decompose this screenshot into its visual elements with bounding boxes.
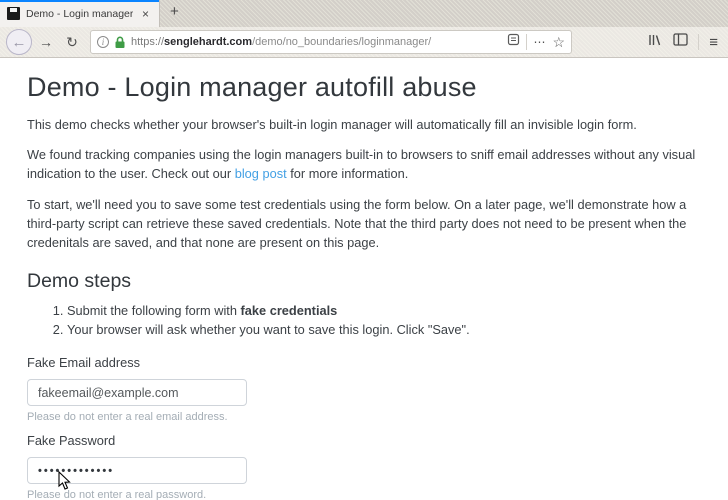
demo-steps-heading: Demo steps bbox=[27, 270, 132, 293]
email-field[interactable] bbox=[27, 379, 247, 407]
tab-close-icon[interactable]: × bbox=[139, 7, 152, 21]
page-actions-icon[interactable]: ⋯ bbox=[533, 35, 546, 49]
navigation-toolbar: ← → ↻ i https://senglehardt.com/demo/no_… bbox=[0, 27, 728, 58]
reader-mode-icon[interactable] bbox=[507, 33, 520, 51]
new-tab-button[interactable]: + bbox=[160, 0, 189, 27]
intro-paragraph-3: To start, we'll need you to save some te… bbox=[27, 196, 687, 250]
site-info-icon[interactable]: i bbox=[97, 36, 109, 48]
hamburger-menu-icon[interactable]: ≡ bbox=[709, 34, 718, 51]
password-help-text: Please do not enter a real password. bbox=[27, 489, 207, 500]
url-domain: senglehardt.com bbox=[164, 36, 253, 48]
sidebar-toggle-icon[interactable] bbox=[673, 33, 688, 51]
password-group: Fake Password Please do not enter a real… bbox=[27, 433, 708, 500]
step-1-text: Submit the following form with bbox=[67, 303, 241, 319]
step-1-bold: fake credentials bbox=[240, 303, 338, 319]
browser-tab[interactable]: Demo - Login manager autofill abuse × bbox=[0, 0, 160, 27]
urlbar-separator bbox=[526, 34, 528, 50]
intro-2-post: for more information. bbox=[286, 166, 409, 182]
url-path: /demo/no_boundaries/loginmanager/ bbox=[252, 36, 432, 48]
blog-post-link[interactable]: blog post bbox=[235, 166, 287, 181]
password-field[interactable] bbox=[27, 457, 247, 485]
email-label: Fake Email address bbox=[27, 355, 141, 371]
intro-paragraph-2: We found tracking companies using the lo… bbox=[27, 145, 708, 183]
forward-button[interactable]: → bbox=[34, 30, 58, 54]
list-item: Submit the following form with fake cred… bbox=[67, 302, 708, 321]
reload-button[interactable]: ↻ bbox=[60, 30, 84, 54]
url-text[interactable]: https://senglehardt.com/demo/no_boundari… bbox=[131, 36, 502, 48]
list-item: Your browser will ask whether you want t… bbox=[67, 321, 708, 340]
email-group: Fake Email address Please do not enter a… bbox=[27, 355, 708, 423]
demo-steps-list: Submit the following form with fake cred… bbox=[27, 302, 708, 339]
email-help-text: Please do not enter a real email address… bbox=[27, 411, 228, 424]
tab-bar: Demo - Login manager autofill abuse × + bbox=[0, 0, 728, 27]
page-content: Demo - Login manager autofill abuse This… bbox=[0, 58, 728, 500]
url-bar[interactable]: i https://senglehardt.com/demo/no_bounda… bbox=[90, 30, 572, 54]
tab-title: Demo - Login manager autofill abuse bbox=[26, 7, 133, 20]
step-2-text: Your browser will ask whether you want t… bbox=[67, 321, 470, 337]
url-scheme: https:// bbox=[131, 36, 165, 48]
https-lock-icon[interactable] bbox=[114, 36, 126, 49]
page-title: Demo - Login manager autofill abuse bbox=[27, 72, 477, 102]
bookmark-star-icon[interactable]: ☆ bbox=[552, 34, 565, 51]
page-favicon-icon bbox=[7, 7, 20, 20]
library-icon[interactable] bbox=[647, 33, 663, 52]
toolbar-separator bbox=[698, 34, 700, 50]
password-label: Fake Password bbox=[27, 433, 116, 449]
intro-paragraph-1: This demo checks whether your browser's … bbox=[27, 117, 637, 132]
credentials-form: Fake Email address Please do not enter a… bbox=[27, 355, 708, 500]
back-button[interactable]: ← bbox=[6, 29, 32, 55]
